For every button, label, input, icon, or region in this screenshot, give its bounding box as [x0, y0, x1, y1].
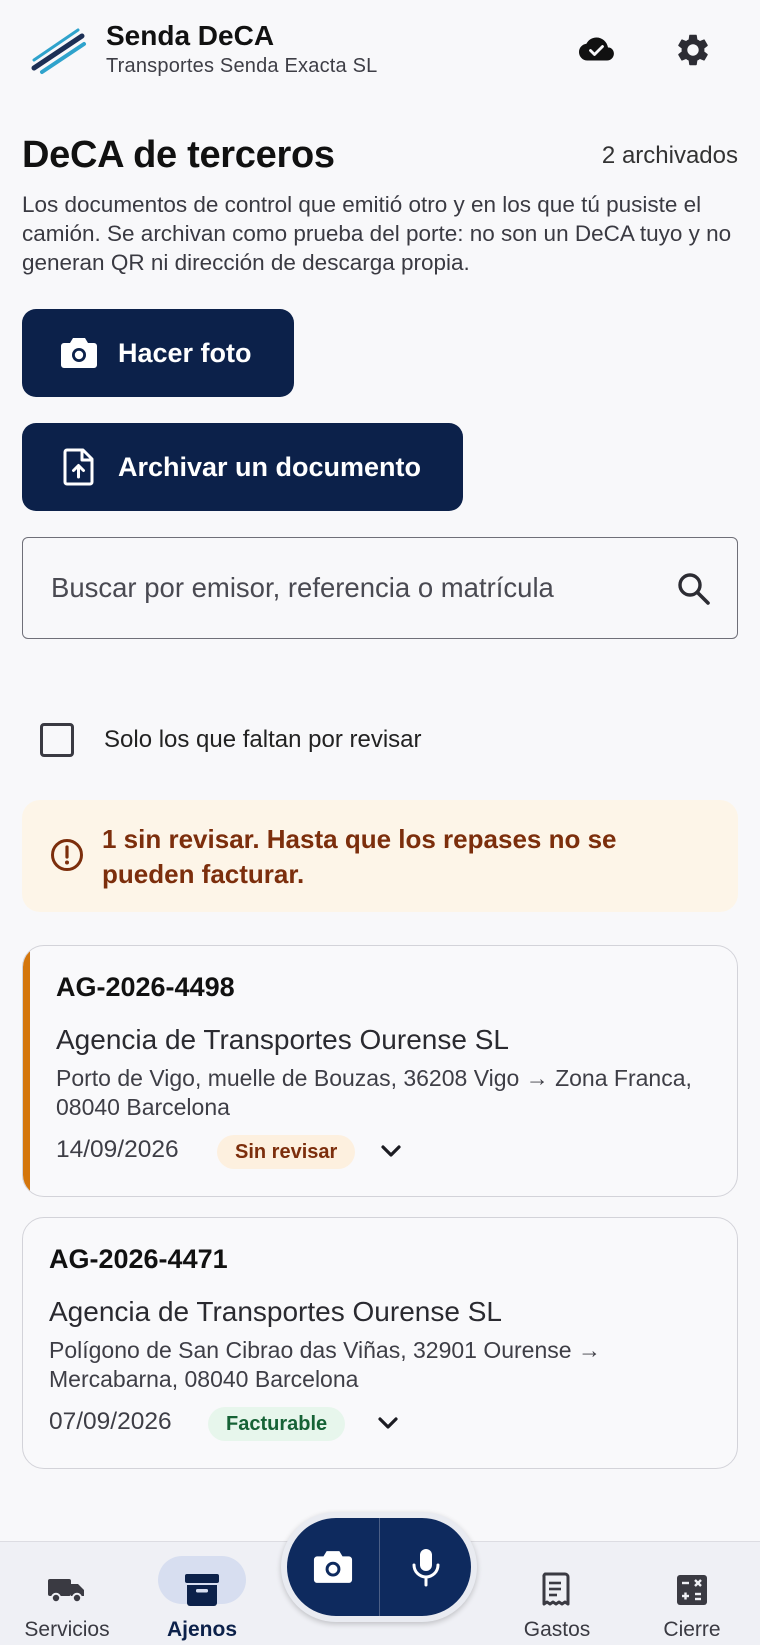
- fab-camera-button[interactable]: [287, 1518, 379, 1616]
- search-box: [22, 537, 738, 639]
- camera-icon: [60, 334, 98, 372]
- document-issuer: Agencia de Transportes Ourense SL: [56, 1024, 509, 1055]
- page-title: DeCA de terceros: [22, 134, 335, 176]
- nav-item-ajenos[interactable]: Ajenos: [137, 1542, 267, 1645]
- take-photo-button[interactable]: Hacer foto: [22, 309, 294, 397]
- document-card[interactable]: AG-2026-4498 Agencia de Transportes Oure…: [22, 945, 738, 1197]
- nav-label: Servicios: [24, 1618, 110, 1641]
- alert-circle-icon: [50, 838, 84, 872]
- document-card[interactable]: AG-2026-4471 Agencia de Transportes Oure…: [22, 1217, 738, 1469]
- nav-label: Cierre: [663, 1618, 721, 1641]
- company-name: Transportes Senda Exacta SL: [106, 55, 378, 77]
- calculator-icon: [672, 1572, 712, 1608]
- nav-label: Ajenos: [166, 1618, 237, 1641]
- nav-item-gastos[interactable]: Gastos: [492, 1542, 622, 1645]
- status-badge: Sin revisar: [217, 1135, 356, 1169]
- review-filter-label: Solo los que faltan por revisar: [104, 726, 422, 753]
- chevron-down-icon[interactable]: [373, 1408, 403, 1438]
- warning-banner: 1 sin revisar. Hasta que los repases no …: [22, 800, 738, 912]
- archive-document-button[interactable]: Archivar un documento: [22, 423, 463, 511]
- settings-button[interactable]: [671, 28, 715, 72]
- fab-microphone-button[interactable]: [379, 1518, 471, 1616]
- status-badge: Facturable: [208, 1407, 346, 1441]
- nav-label: Gastos: [523, 1618, 591, 1641]
- review-filter-checkbox[interactable]: [40, 723, 74, 757]
- review-filter[interactable]: Solo los que faltan por revisar: [40, 720, 422, 760]
- document-route: Porto de Vigo, muelle de Bouzas, 36208 V…: [56, 1065, 692, 1120]
- app-header: Senda DeCA Transportes Senda Exacta SL: [0, 0, 760, 100]
- chevron-down-icon[interactable]: [376, 1136, 406, 1166]
- document-reference: AG-2026-4498: [56, 972, 235, 1002]
- file-upload-icon: [60, 448, 98, 486]
- capture-fab: [281, 1512, 477, 1622]
- search-input[interactable]: [51, 568, 651, 608]
- archive-icon: [182, 1572, 222, 1608]
- document-issuer: Agencia de Transportes Ourense SL: [49, 1296, 502, 1327]
- gear-icon: [678, 34, 708, 66]
- receipt-icon: [537, 1572, 577, 1608]
- microphone-icon: [412, 1549, 439, 1587]
- logo-icon: [28, 26, 90, 78]
- take-photo-label: Hacer foto: [118, 337, 252, 368]
- archive-document-label: Archivar un documento: [118, 451, 422, 482]
- nav-item-servicios[interactable]: Servicios: [2, 1542, 132, 1645]
- page-description: Los documentos de control que emitió otr…: [22, 192, 732, 275]
- search-icon[interactable]: [675, 570, 713, 608]
- app-title: Senda DeCA: [106, 20, 275, 51]
- camera-icon: [313, 1551, 353, 1583]
- nav-item-cierre[interactable]: Cierre: [627, 1542, 757, 1645]
- document-reference: AG-2026-4471: [49, 1244, 228, 1274]
- document-date: 07/09/2026: [49, 1408, 172, 1435]
- cloud-done-icon: [579, 37, 614, 61]
- truck-icon: [47, 1572, 87, 1608]
- pending-accent-bar: [23, 946, 30, 1196]
- archived-count: 2 archivados: [601, 142, 738, 169]
- document-date: 14/09/2026: [56, 1136, 179, 1163]
- cloud-sync-button[interactable]: [575, 28, 619, 72]
- document-route: Polígono de San Cibrao das Viñas, 32901 …: [49, 1337, 601, 1392]
- warning-text: 1 sin revisar. Hasta que los repases no …: [102, 824, 617, 889]
